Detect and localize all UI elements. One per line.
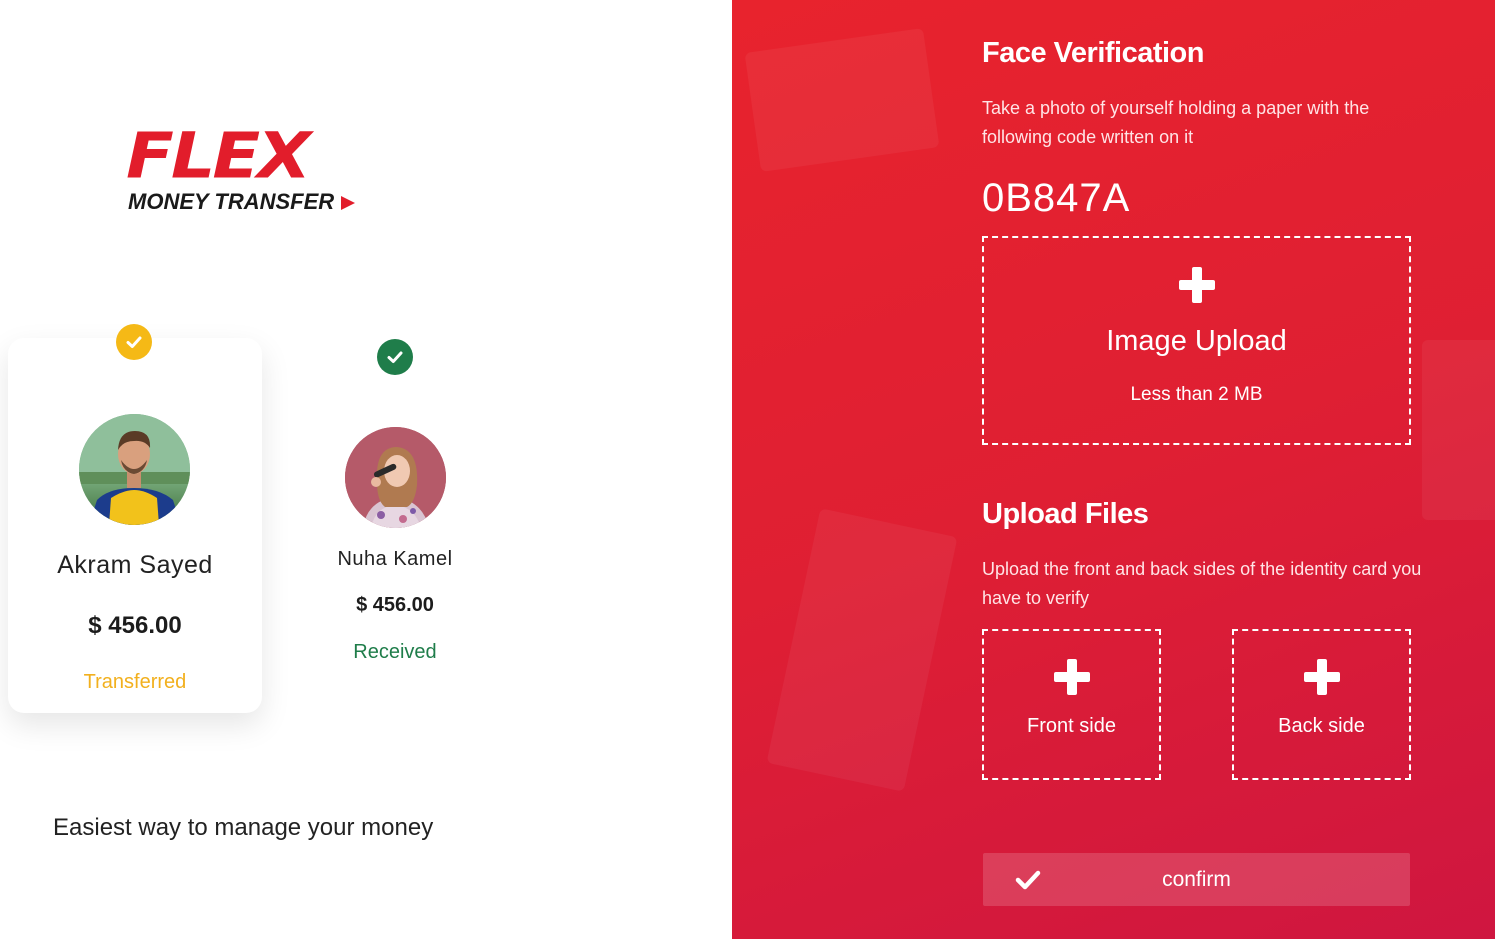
check-circle-icon [377, 339, 413, 375]
verification-panel: Face Verification Take a photo of yourse… [732, 0, 1495, 939]
confirm-button[interactable]: confirm [983, 853, 1410, 906]
confirm-label: confirm [1162, 867, 1231, 891]
back-side-label: Back side [1278, 715, 1365, 737]
face-verification-description: Take a photo of yourself holding a paper… [982, 98, 1370, 147]
background-decoration [1422, 340, 1495, 520]
logo-arrow-icon [341, 196, 355, 210]
upload-files-description: Upload the front and back sides of the i… [982, 559, 1422, 608]
tagline: Easiest way to manage your money [53, 814, 434, 841]
image-upload-dropzone[interactable]: Image Upload Less than 2 MB [982, 236, 1411, 445]
profile-amount: $ 456.00 [356, 594, 434, 616]
flex-logo: FLEX MONEY TRANSFER [126, 118, 366, 216]
verification-code: 0B847A [982, 176, 1131, 220]
profile-amount: $ 456.00 [88, 612, 182, 639]
status-badge: Transferred [83, 671, 187, 693]
profile-name: Nuha Kamel [337, 548, 453, 570]
plus-icon [1303, 659, 1340, 695]
status-badge: Received [353, 641, 437, 663]
background-decoration [766, 508, 958, 792]
profile-name: Akram Sayed [57, 551, 213, 579]
background-decoration [744, 28, 940, 172]
avatar [345, 427, 446, 528]
plus-icon [1053, 659, 1090, 695]
logo-subtitle: MONEY TRANSFER [128, 189, 335, 214]
upload-size-limit: Less than 2 MB [1130, 384, 1263, 405]
avatar [79, 414, 190, 525]
left-panel: FLEX MONEY TRANSFER Akram Sayed $ 456.00… [0, 0, 732, 939]
back-side-dropzone[interactable]: Back side [1232, 629, 1411, 780]
plus-icon [1178, 267, 1215, 303]
upload-files-title: Upload Files [982, 498, 1149, 530]
image-upload-label: Image Upload [1106, 325, 1287, 357]
logo-wordmark: FLEX [126, 118, 311, 193]
check-circle-icon [116, 324, 152, 360]
check-icon [1015, 870, 1041, 890]
face-verification-title: Face Verification [982, 37, 1205, 69]
front-side-label: Front side [1027, 715, 1116, 737]
front-side-dropzone[interactable]: Front side [982, 629, 1161, 780]
profile-card-akram[interactable] [8, 338, 262, 713]
